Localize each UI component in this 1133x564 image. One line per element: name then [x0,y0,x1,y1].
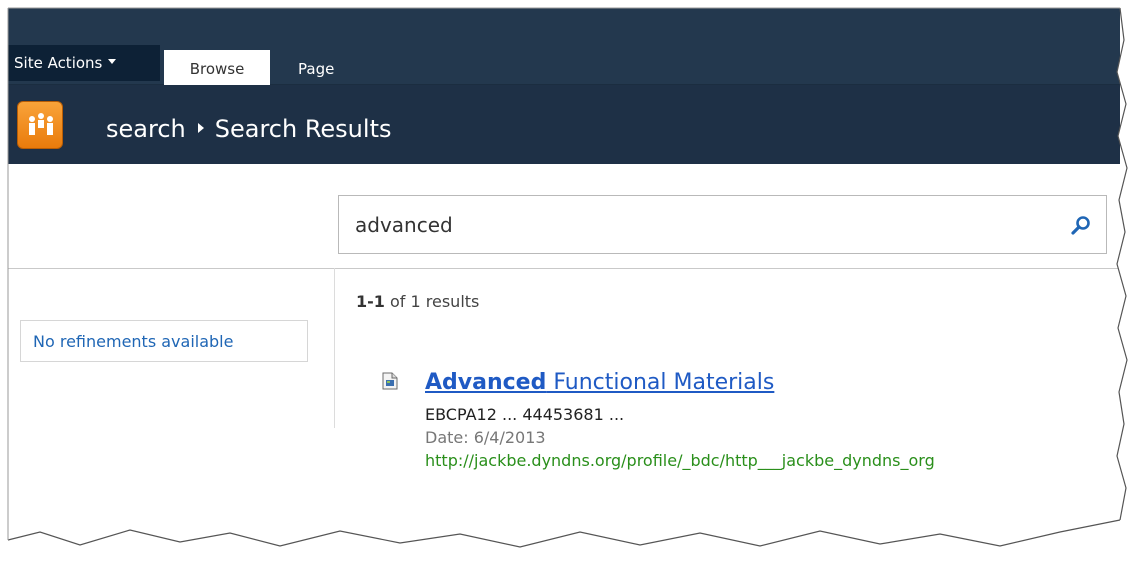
torn-edge-decoration [0,0,1133,564]
